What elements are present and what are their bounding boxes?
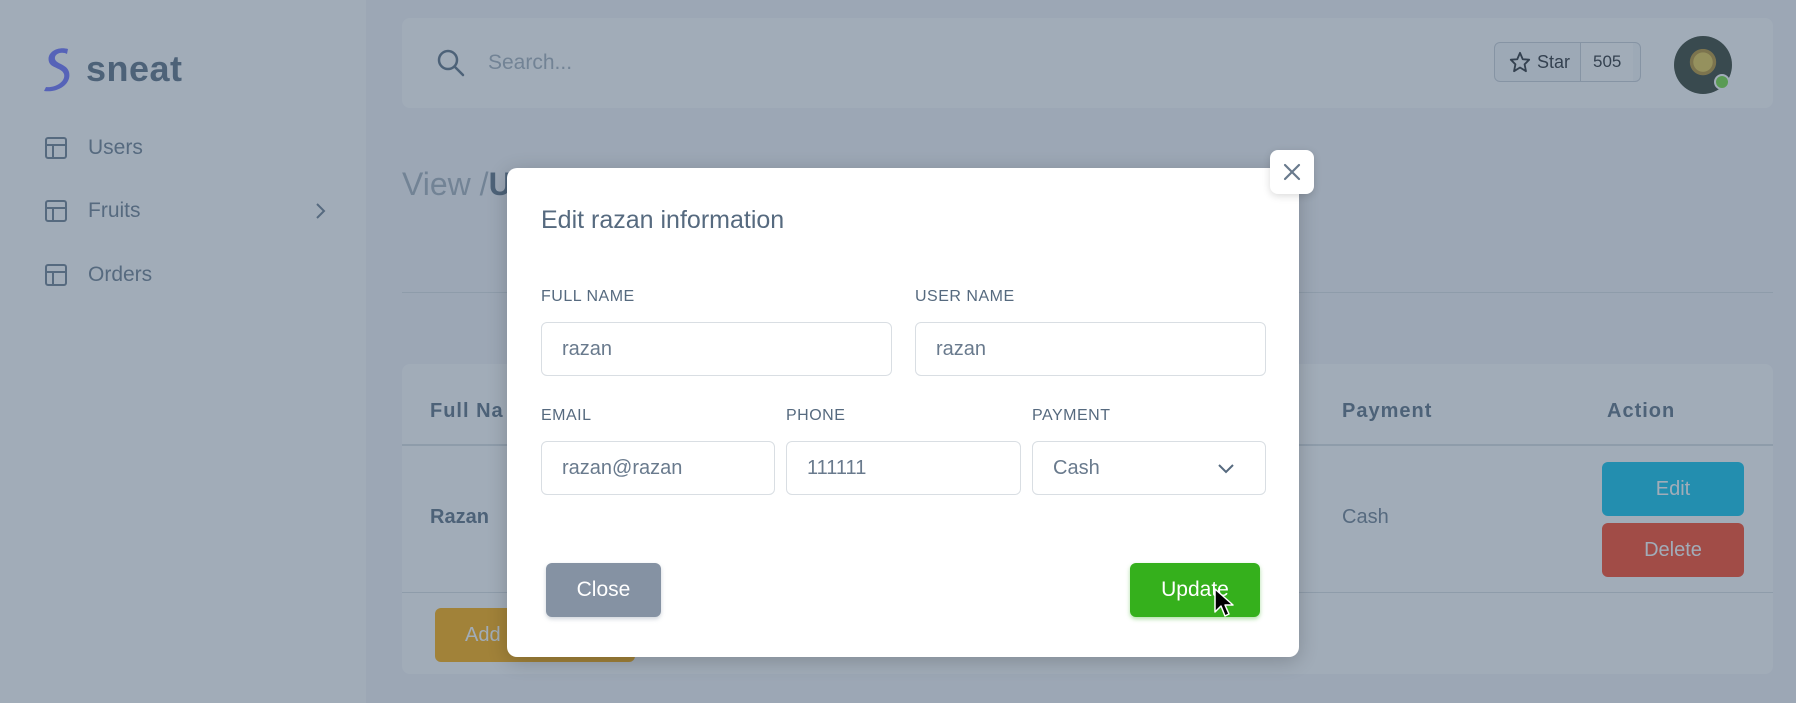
user-name-field[interactable] (915, 322, 1266, 376)
chevron-down-icon (1218, 464, 1234, 474)
full-name-label: FULL NAME (541, 288, 635, 305)
update-button[interactable]: Update (1130, 563, 1260, 617)
close-icon (1283, 163, 1301, 181)
modal-title: Edit razan information (541, 206, 785, 234)
user-name-label: USER NAME (915, 288, 1015, 305)
mouse-cursor-icon (1214, 588, 1234, 617)
email-label: EMAIL (541, 407, 592, 424)
full-name-field[interactable] (541, 322, 892, 376)
edit-user-modal: Edit razan information FULL NAME USER NA… (507, 168, 1299, 657)
modal-close-x-button[interactable] (1270, 150, 1314, 194)
payment-select[interactable]: Cash (1032, 441, 1266, 495)
phone-label: PHONE (786, 407, 846, 424)
payment-selected-value: Cash (1053, 456, 1100, 479)
email-field[interactable] (541, 441, 775, 495)
close-button[interactable]: Close (546, 563, 661, 617)
payment-label: PAYMENT (1032, 407, 1111, 424)
phone-field[interactable] (786, 441, 1021, 495)
